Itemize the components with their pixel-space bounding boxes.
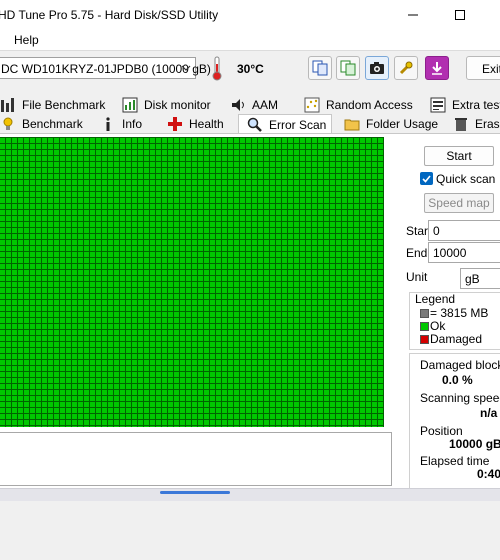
disk-monitor-icon xyxy=(122,97,138,113)
quick-scan-checkbox[interactable] xyxy=(420,172,433,185)
trash-icon xyxy=(455,118,467,131)
unit-select-value: gB xyxy=(465,272,480,286)
minimize-icon xyxy=(408,14,418,16)
unit-label: Unit xyxy=(406,270,428,284)
toolbar: DC WD101KRYZ-01JPDB0 (10000 gB) 30°C Exi… xyxy=(0,50,500,89)
chevron-down-icon xyxy=(181,65,191,71)
tab-health[interactable]: Health xyxy=(167,114,224,134)
quick-scan-label: Quick scan xyxy=(436,172,496,186)
tab-row-1: File Benchmark Disk monitor AAM Random A… xyxy=(0,95,500,115)
minimize-button[interactable] xyxy=(390,0,436,30)
legend-ok-swatch xyxy=(420,322,429,331)
scanning-speed-value: n/a xyxy=(480,406,498,420)
tab-aam[interactable]: AAM xyxy=(230,95,278,115)
thermometer-icon xyxy=(212,56,222,81)
start-field-value: 0 xyxy=(433,224,440,238)
download-arrow-icon xyxy=(432,62,442,75)
wrench-icon xyxy=(399,61,413,75)
tab-folder-usage[interactable]: Folder Usage xyxy=(344,114,438,134)
maximize-button[interactable] xyxy=(437,0,483,30)
save-button[interactable] xyxy=(425,56,449,80)
damaged-blocks-value: 0.0 % xyxy=(442,373,473,387)
start-button-label: Start xyxy=(446,149,472,163)
legend-title: Legend xyxy=(415,292,456,306)
tab-file-benchmark[interactable]: File Benchmark xyxy=(0,95,105,115)
menu-help[interactable]: Help xyxy=(14,33,39,47)
random-access-icon xyxy=(304,97,320,113)
legend-block-swatch xyxy=(420,309,429,318)
tab-info[interactable]: Info xyxy=(100,114,142,134)
options-button[interactable] xyxy=(394,56,418,80)
position-value: 10000 gB xyxy=(449,437,500,451)
tab-label: File Benchmark xyxy=(22,98,106,112)
damaged-blocks-label: Damaged blocks xyxy=(420,358,500,372)
position-label: Position xyxy=(420,424,463,438)
check-icon xyxy=(422,175,431,183)
legend-damaged-swatch xyxy=(420,335,429,344)
health-icon xyxy=(168,117,182,131)
end-field-label: End xyxy=(406,246,428,260)
end-field-value: 10000 xyxy=(433,246,467,260)
speaker-icon xyxy=(232,99,244,111)
end-field[interactable]: 10000 xyxy=(428,242,500,263)
benchmark-icon xyxy=(3,117,13,130)
tab-disk-monitor[interactable]: Disk monitor xyxy=(122,95,211,115)
tab-label: Info xyxy=(122,117,143,131)
camera-icon xyxy=(370,62,384,74)
file-benchmark-icon xyxy=(1,98,14,112)
maximize-icon xyxy=(455,10,465,20)
folder-icon xyxy=(344,119,360,131)
menu-bar: Help xyxy=(0,30,500,50)
scan-log xyxy=(0,432,392,486)
taskbar xyxy=(0,488,500,501)
exit-button[interactable]: Exit xyxy=(466,56,500,80)
tab-label: AAM xyxy=(252,98,279,112)
tab-extra-tests[interactable]: Extra tests xyxy=(430,95,500,115)
elapsed-time-label: Elapsed time xyxy=(420,454,490,468)
temperature-value: 30°C xyxy=(237,62,264,76)
start-button[interactable]: Start xyxy=(424,146,494,166)
legend-damaged-label: Damaged xyxy=(430,332,483,346)
unit-select[interactable]: gB xyxy=(460,268,500,289)
tab-benchmark[interactable]: Benchmark xyxy=(0,114,83,134)
taskbar-active-indicator xyxy=(160,491,230,494)
elapsed-time-value: 0:40 xyxy=(477,467,500,481)
exit-button-label: Exit xyxy=(482,62,500,76)
copy-screenshot-button[interactable] xyxy=(336,56,360,80)
copy-image-icon xyxy=(340,60,356,76)
window-title: HD Tune Pro 5.75 - Hard Disk/SSD Utility xyxy=(0,8,219,22)
tab-label: Erase xyxy=(475,117,500,131)
extra-tests-icon xyxy=(430,97,446,113)
tab-label: Folder Usage xyxy=(366,117,439,131)
drive-select[interactable]: DC WD101KRYZ-01JPDB0 (10000 gB) xyxy=(0,57,211,79)
tab-erase[interactable]: Erase xyxy=(453,114,500,134)
magnifier-icon xyxy=(247,117,262,132)
speed-map-button[interactable]: Speed map xyxy=(424,193,494,213)
tab-label: Benchmark xyxy=(22,117,83,131)
tab-random-access[interactable]: Random Access xyxy=(304,95,413,115)
copy-text-button[interactable] xyxy=(308,56,332,80)
legend-block-size: = 3815 MB xyxy=(430,306,489,320)
tab-label: Extra tests xyxy=(452,98,500,112)
tab-error-scan[interactable]: Error Scan xyxy=(238,114,332,134)
tab-label: Random Access xyxy=(326,98,413,112)
screenshot-button[interactable] xyxy=(365,56,389,80)
tab-row-2: Benchmark Info Health Error Scan Folder … xyxy=(0,114,500,134)
tab-label: Health xyxy=(189,117,224,131)
tab-label: Error Scan xyxy=(269,117,327,132)
scanning-speed-label: Scanning speed xyxy=(420,391,500,405)
title-bar: HD Tune Pro 5.75 - Hard Disk/SSD Utility xyxy=(0,0,500,30)
start-field[interactable]: 0 xyxy=(428,220,500,241)
info-icon xyxy=(106,117,110,131)
copy-icon xyxy=(312,60,328,76)
tab-label: Disk monitor xyxy=(144,98,211,112)
speed-map-button-label: Speed map xyxy=(428,196,490,210)
legend-ok-label: Ok xyxy=(430,319,446,333)
